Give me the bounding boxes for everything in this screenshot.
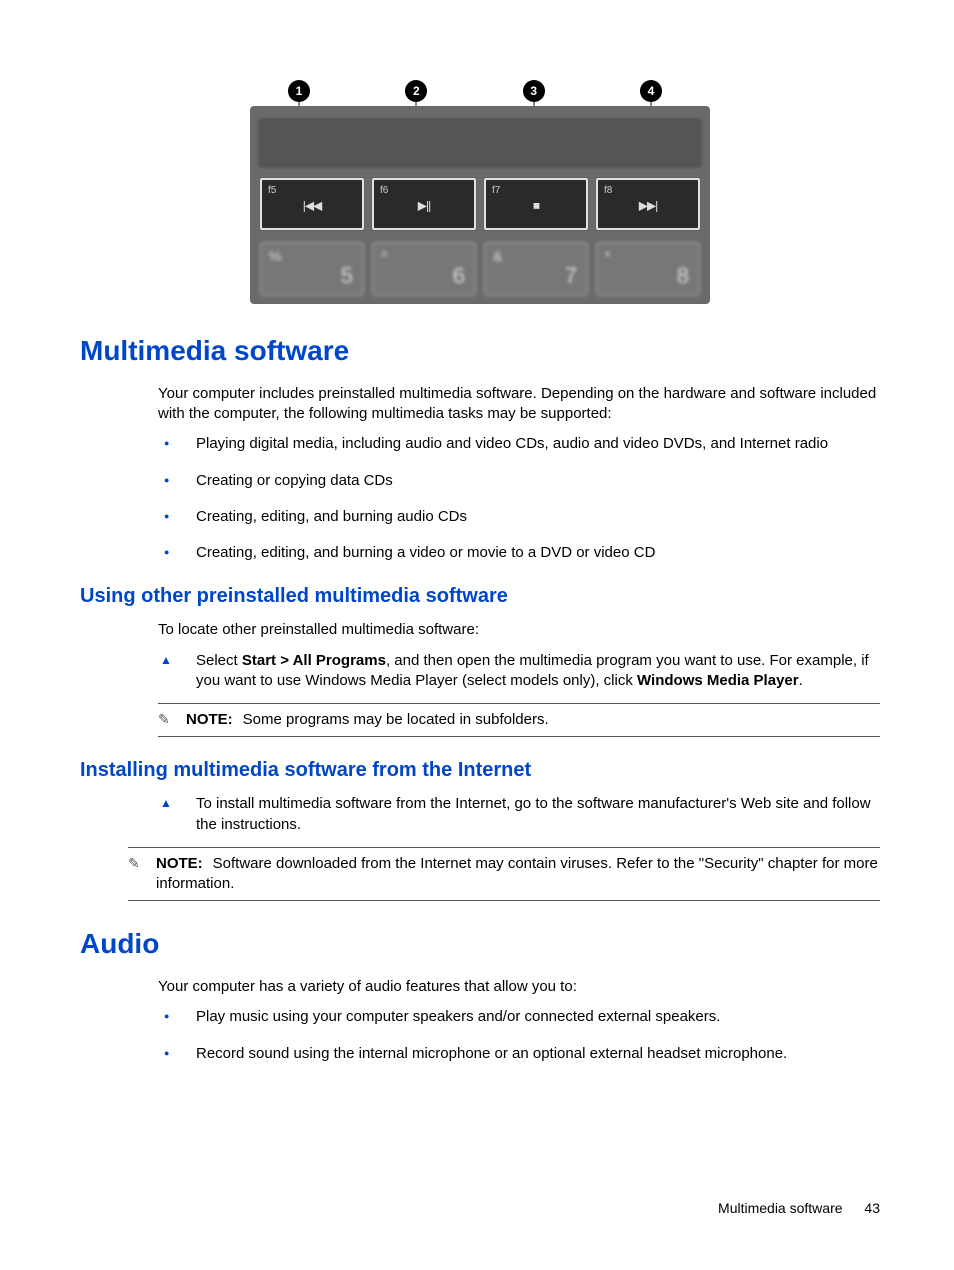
stop-icon: ■ — [533, 198, 539, 214]
key-5: % 5 — [260, 242, 364, 296]
key-symbol: * — [605, 247, 610, 266]
key-digit: 8 — [677, 261, 689, 291]
list-item: Creating, editing, and burning a video o… — [158, 543, 880, 563]
key-f6-playpause: f6 ▶|| — [372, 178, 476, 230]
next-track-icon: ▶▶| — [639, 198, 658, 214]
number-key-row: % 5 ^ 6 & 7 * 8 — [258, 242, 702, 296]
step-bold: Windows Media Player — [637, 672, 799, 689]
note-box: ✎ NOTE:Software downloaded from the Inte… — [128, 847, 880, 902]
callout-4: 4 — [640, 80, 662, 102]
list-item: Play music using your computer speakers … — [158, 1007, 880, 1027]
key-digit: 7 — [565, 261, 577, 291]
step-item: Select Start > All Programs, and then op… — [158, 651, 880, 692]
note-label: NOTE: — [186, 711, 233, 728]
key-f7-stop: f7 ■ — [484, 178, 588, 230]
callout-3: 3 — [523, 80, 545, 102]
key-label: f7 — [492, 184, 500, 198]
key-6: ^ 6 — [372, 242, 476, 296]
callout-1: 1 — [288, 80, 310, 102]
section-body: Your computer has a variety of audio fea… — [158, 977, 880, 1064]
heading-using-other-software: Using other preinstalled multimedia soft… — [80, 583, 880, 610]
keyboard-body: f5 |◀◀ f6 ▶|| f7 ■ f8 ▶▶| % 5 ^ — [250, 106, 710, 304]
key-digit: 5 — [341, 261, 353, 291]
heading-audio: Audio — [80, 925, 880, 963]
section-body: To install multimedia software from the … — [158, 794, 880, 835]
prev-track-icon: |◀◀ — [303, 198, 322, 214]
key-7: & 7 — [484, 242, 588, 296]
intro-paragraph: Your computer has a variety of audio fea… — [158, 977, 880, 997]
keyboard-strip — [258, 118, 702, 168]
key-symbol: & — [493, 247, 502, 266]
key-8: * 8 — [596, 242, 700, 296]
note-text: Some programs may be located in subfolde… — [243, 711, 549, 728]
step-text: . — [799, 672, 803, 689]
section-body: Your computer includes preinstalled mult… — [158, 384, 880, 564]
feature-list: Play music using your computer speakers … — [158, 1007, 880, 1064]
note-icon: ✎ — [128, 854, 140, 873]
list-item: Playing digital media, including audio a… — [158, 434, 880, 454]
step-item: To install multimedia software from the … — [158, 794, 880, 835]
key-symbol: ^ — [381, 247, 388, 266]
note-box: ✎ NOTE: Some programs may be located in s… — [158, 703, 880, 737]
key-f5-prev: f5 |◀◀ — [260, 178, 364, 230]
list-item: Creating, editing, and burning audio CDs — [158, 507, 880, 527]
feature-list: Playing digital media, including audio a… — [158, 434, 880, 563]
play-pause-icon: ▶|| — [418, 198, 430, 214]
key-symbol: % — [269, 247, 281, 266]
note-icon: ✎ — [158, 710, 170, 729]
page-number: 43 — [864, 1200, 880, 1216]
callout-2: 2 — [405, 80, 427, 102]
heading-installing-from-internet: Installing multimedia software from the … — [80, 757, 880, 784]
page-footer: Multimedia software 43 — [718, 1199, 880, 1218]
note-text: Software downloaded from the Internet ma… — [156, 855, 878, 892]
list-item: Record sound using the internal micropho… — [158, 1044, 880, 1064]
callout-row: 1 2 3 4 — [250, 80, 710, 102]
key-label: f8 — [604, 184, 612, 198]
heading-multimedia-software: Multimedia software — [80, 332, 880, 370]
key-f8-next: f8 ▶▶| — [596, 178, 700, 230]
key-digit: 6 — [453, 261, 465, 291]
key-label: f5 — [268, 184, 276, 198]
key-label: f6 — [380, 184, 388, 198]
footer-section-name: Multimedia software — [718, 1200, 843, 1216]
list-item: Creating or copying data CDs — [158, 471, 880, 491]
step-text: Select — [196, 652, 242, 669]
note-label: NOTE: — [156, 855, 203, 872]
intro-paragraph: To locate other preinstalled multimedia … — [158, 620, 880, 640]
keyboard-figure: 1 2 3 4 f5 |◀◀ f6 ▶|| f7 ■ f8 ▶▶| — [250, 80, 710, 304]
step-bold: Start > All Programs — [242, 652, 386, 669]
function-key-row: f5 |◀◀ f6 ▶|| f7 ■ f8 ▶▶| — [258, 178, 702, 230]
section-body: To locate other preinstalled multimedia … — [158, 620, 880, 737]
intro-paragraph: Your computer includes preinstalled mult… — [158, 384, 880, 425]
